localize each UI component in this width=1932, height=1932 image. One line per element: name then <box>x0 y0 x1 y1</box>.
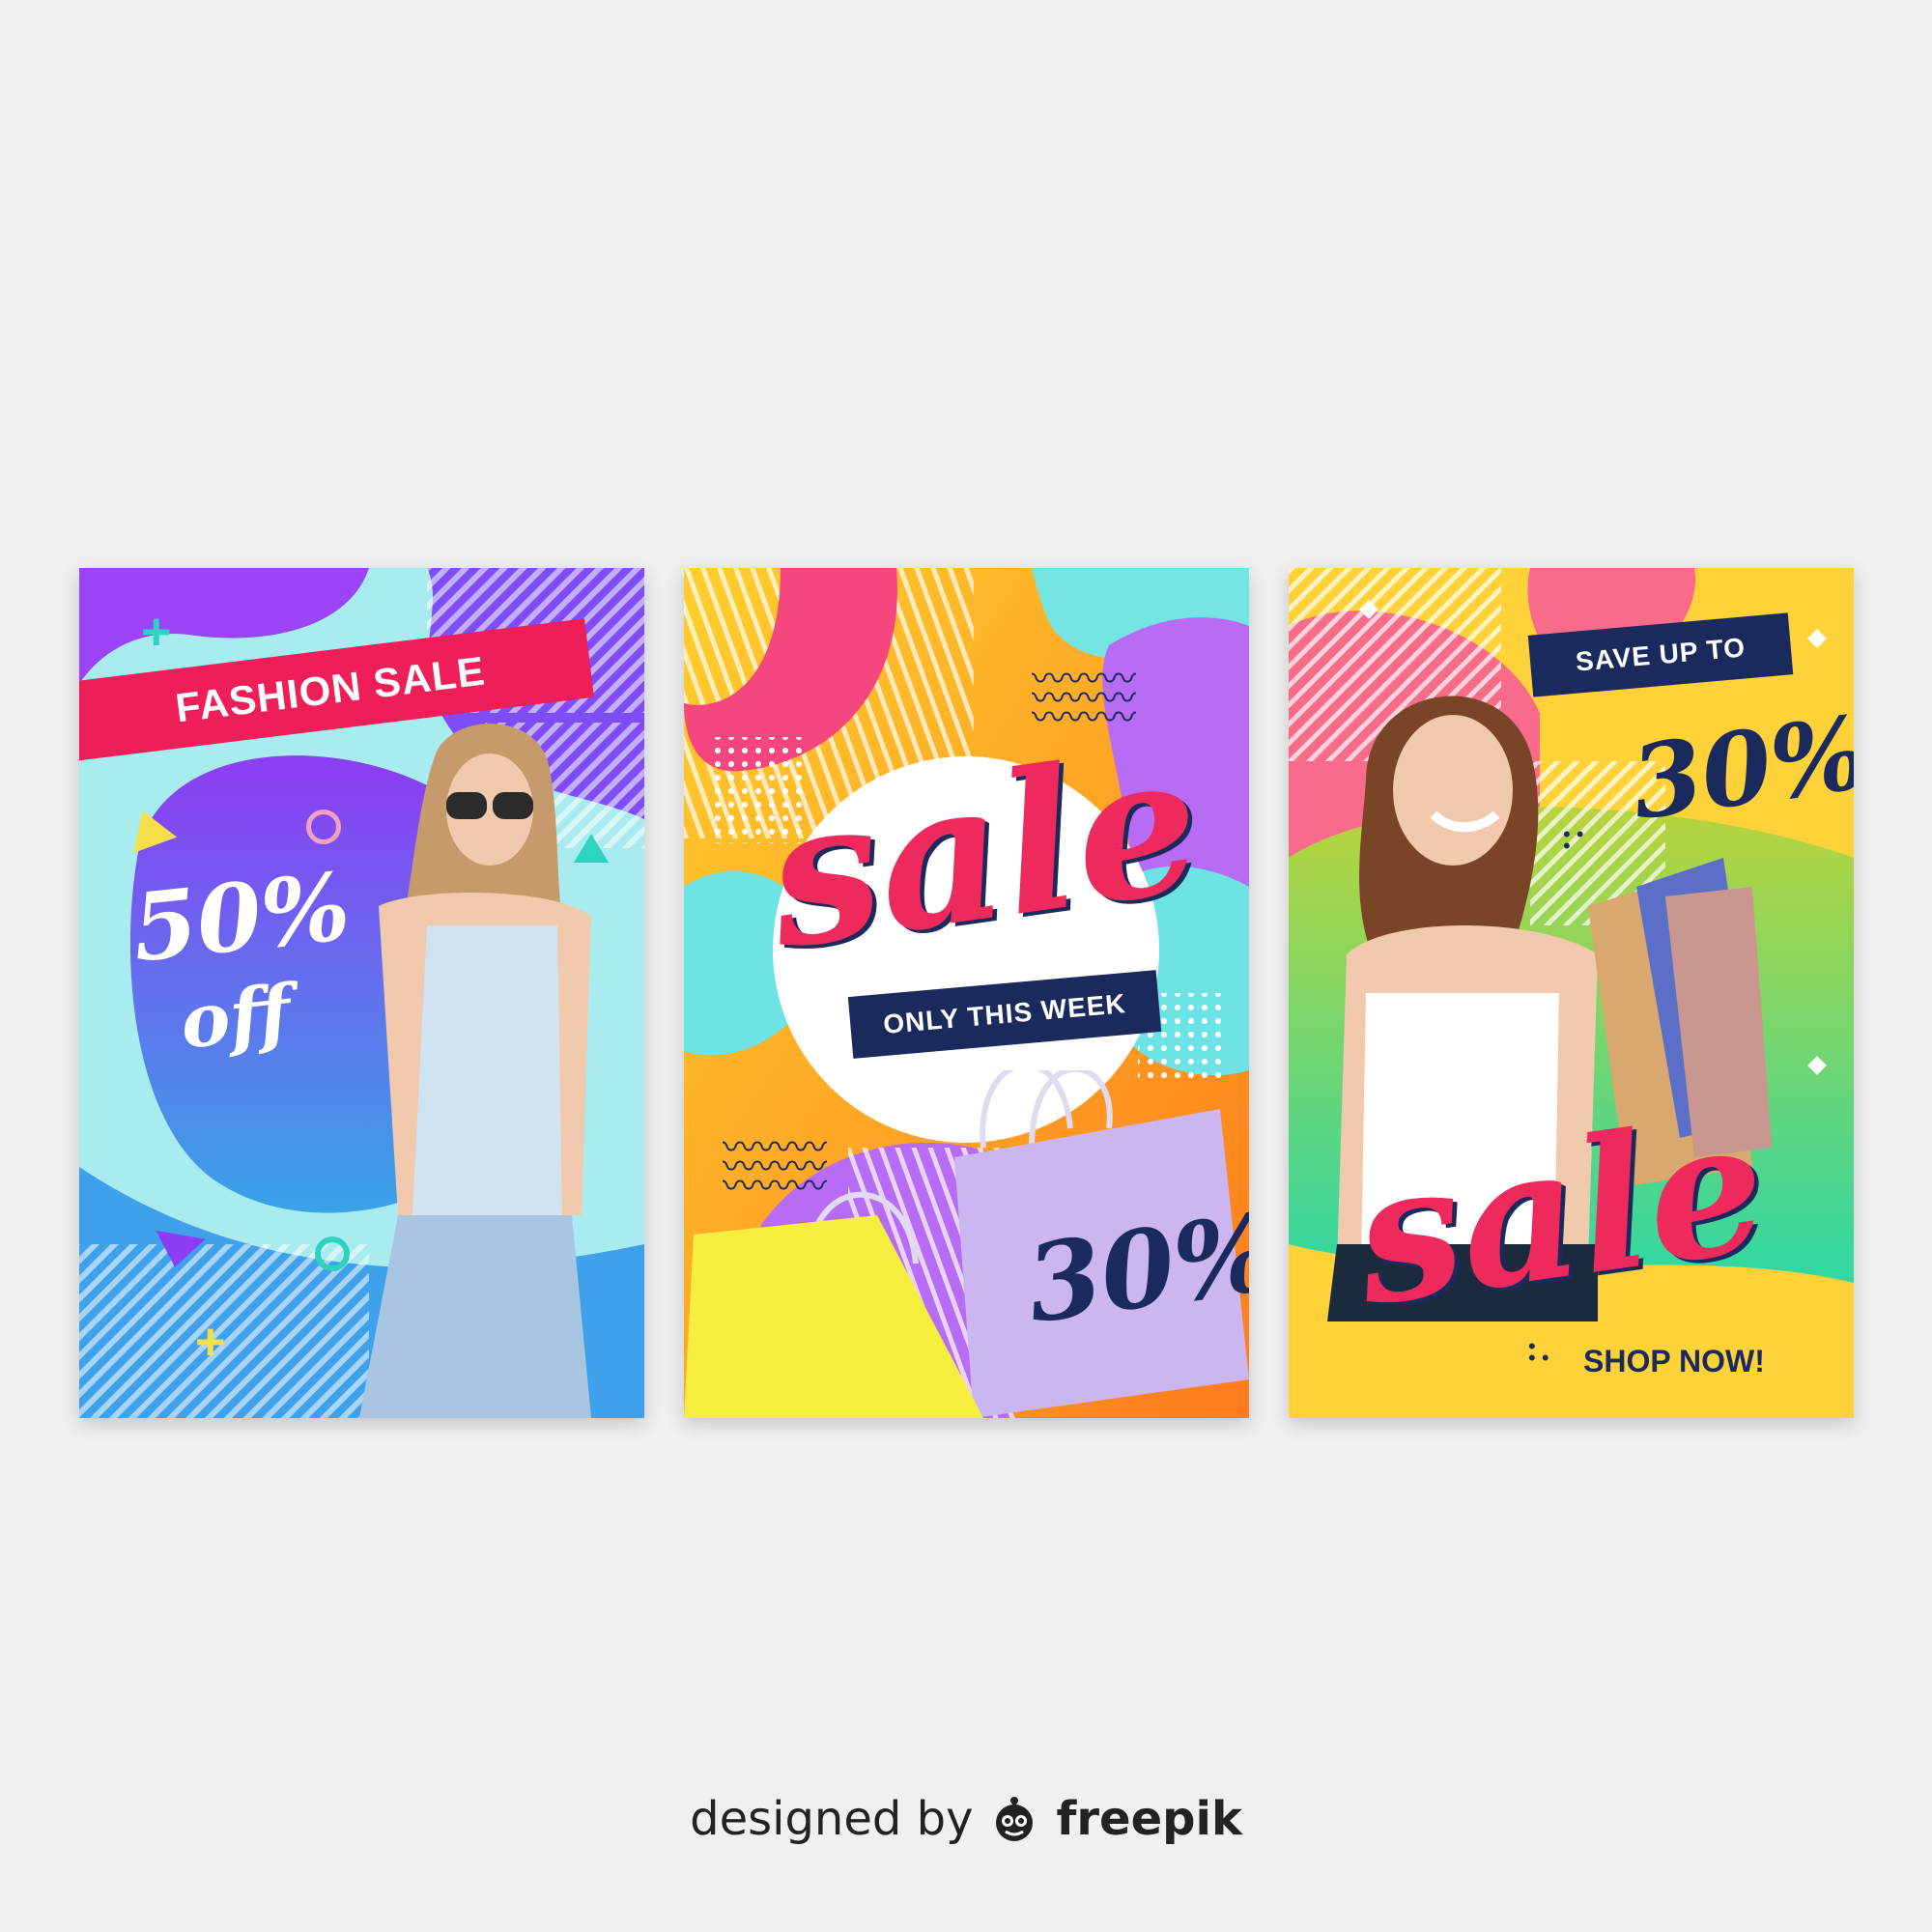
freepik-logo-icon <box>996 1797 1034 1841</box>
poster-save-up-to: • • • • • • SAVE UP TO 30% sale SHOP NOW! <box>1289 568 1854 1418</box>
shop-now-cta[interactable]: SHOP NOW! <box>1583 1344 1765 1379</box>
plus-icon: + <box>141 603 172 661</box>
model-photo <box>359 724 591 1418</box>
plus-icon: + <box>195 1313 226 1371</box>
tagline-text: ONLY THIS WEEK <box>882 988 1127 1039</box>
discount-suffix: off <box>176 968 295 1065</box>
credit-line: designed by freepik <box>0 1792 1932 1846</box>
discount-text: 50% <box>127 851 355 983</box>
dots-icon: • • • <box>1528 1334 1549 1370</box>
poster-fashion-sale: FASHION SALE + + 50% off <box>79 568 644 1418</box>
credit-prefix: designed by <box>690 1792 974 1846</box>
credit-brand[interactable]: freepik <box>1056 1792 1241 1846</box>
save-up-to-text: SAVE UP TO <box>1574 632 1747 677</box>
poster-sale-week: 〰〰〰 〰〰〰 〰〰〰 〰〰〰 〰〰〰 〰〰〰 sale ONLY THIS WEEK … <box>684 568 1249 1418</box>
